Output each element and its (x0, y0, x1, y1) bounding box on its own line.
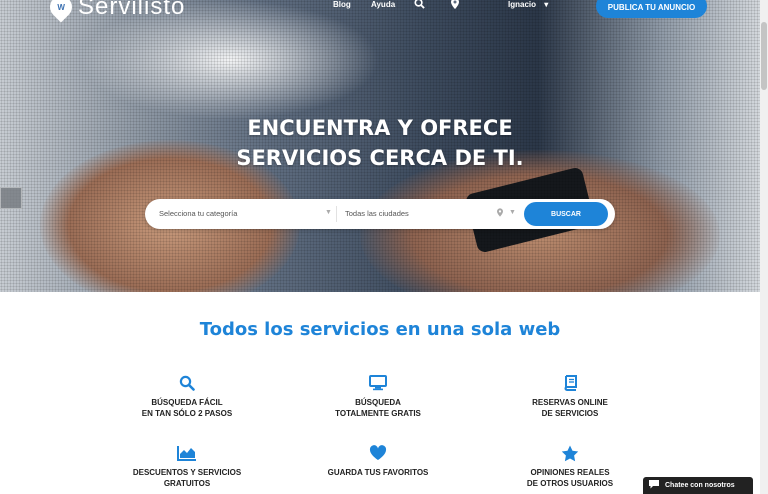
user-menu[interactable]: Ignacio ▾ (508, 0, 548, 10)
feature-label-line1: DESCUENTOS Y SERVICIOS (132, 468, 242, 477)
location-pin-icon[interactable] (451, 0, 459, 12)
user-name: Ignacio (508, 0, 537, 9)
search-bar: Selecciona tu categoría ▼ Todas las ciud… (145, 199, 615, 229)
feature-label-line2: DE OTROS USUARIOS (526, 479, 614, 488)
feature-favorites: GUARDA TUS FAVORITOS (288, 444, 468, 478)
hero-headline-line2: SERVICIOS CERCA DE TI. (236, 146, 524, 170)
feature-label-line2: TOTALMENTE GRATIS (335, 409, 421, 418)
city-location-icon (497, 208, 503, 219)
feature-discounts: DESCUENTOS Y SERVICIOS GRATUITOS (97, 444, 277, 489)
page-scrollbar[interactable] (760, 0, 768, 494)
nav-link-blog[interactable]: Blog (333, 0, 351, 10)
logo[interactable]: W Servilisto (45, 0, 186, 23)
feature-reviews: OPINIONES REALES DE OTROS USUARIOS (480, 444, 660, 489)
features-title: Todos los servicios en una sola web (199, 319, 561, 340)
feature-label-line1: RESERVAS ONLINE (532, 398, 608, 407)
book-icon (480, 374, 660, 392)
city-select[interactable]: Todas las ciudades (345, 199, 409, 229)
hero-headline-line1: ENCUENTRA Y OFRECE (247, 116, 513, 140)
star-icon (480, 444, 660, 462)
monitor-icon (288, 374, 468, 392)
search-icon (97, 374, 277, 392)
feature-free-search: BÚSQUEDA TOTALMENTE GRATIS (288, 374, 468, 419)
carousel-handle[interactable] (0, 187, 22, 209)
search-divider (336, 206, 337, 222)
feature-label-line2: EN TAN SÓLO 2 PASOS (141, 409, 233, 418)
category-chevron-down-icon[interactable]: ▼ (325, 209, 332, 216)
area-chart-icon (97, 444, 277, 462)
search-button[interactable]: BUSCAR (524, 202, 608, 226)
chat-bubble-icon (649, 480, 659, 491)
chat-widget-button[interactable]: Chatee con nosotros (643, 477, 753, 494)
logo-text: Servilisto (78, 0, 186, 20)
nav-link-help[interactable]: Ayuda (371, 0, 395, 10)
feature-label-line1: GUARDA TUS FAVORITOS (327, 468, 429, 477)
scrollbar-thumb[interactable] (761, 22, 767, 90)
chat-label: Chatee con nosotros (665, 482, 735, 489)
feature-label-line2: GRATUITOS (163, 479, 211, 488)
top-nav: W Servilisto Blog Ayuda Ignacio ▾ PUBLIC… (0, 0, 768, 26)
chevron-down-icon: ▾ (544, 0, 549, 9)
hero-headline: ENCUENTRA Y OFRECE SERVICIOS CERCA DE TI… (0, 113, 760, 173)
city-chevron-down-icon[interactable]: ▼ (509, 209, 516, 216)
search-icon[interactable] (414, 0, 425, 12)
feature-easy-search: BÚSQUEDA FÁCIL EN TAN SÓLO 2 PASOS (97, 374, 277, 419)
feature-label-line1: BÚSQUEDA FÁCIL (151, 398, 223, 407)
category-select[interactable]: Selecciona tu categoría (159, 199, 237, 229)
feature-label-line2: DE SERVICIOS (541, 409, 599, 418)
feature-online-booking: RESERVAS ONLINE DE SERVICIOS (480, 374, 660, 419)
heart-icon (288, 444, 468, 462)
publish-ad-button[interactable]: PUBLICA TU ANUNCIO (596, 0, 707, 18)
logo-pin-icon: W (45, 0, 77, 23)
feature-label-line1: BÚSQUEDA (355, 398, 401, 407)
feature-label-line1: OPINIONES REALES (530, 468, 610, 477)
